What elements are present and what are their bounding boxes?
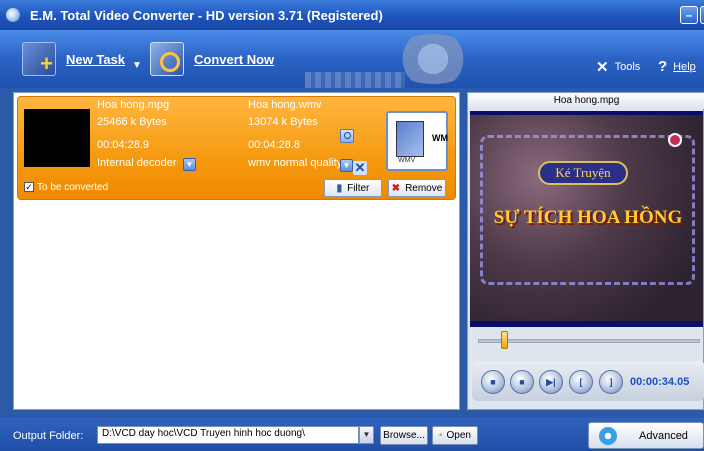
to-be-converted-checkbox[interactable]: ✓ [24, 182, 34, 192]
remove-button[interactable]: ✖ Remove [388, 179, 446, 197]
open-label: Open [446, 430, 471, 441]
open-button[interactable]: ▪ Open [432, 426, 478, 445]
film-reel-decoration [390, 34, 476, 84]
play-button[interactable]: ■ [481, 370, 505, 394]
source-size: 25466 k Bytes [97, 116, 167, 128]
output-folder-input[interactable]: D:\VCD day hoc\VCD Truyen hinh hoc duong… [97, 426, 359, 444]
help-icon: ? [658, 58, 668, 75]
seek-slider[interactable] [478, 339, 700, 343]
video-preview: Ké Truyện SỰ TÍCH HOA HỒNG [470, 111, 703, 327]
preview-panel: Hoa hong.mpg Ké Truyện SỰ TÍCH HOA HỒNG … [467, 92, 704, 410]
remove-label: Remove [405, 182, 443, 194]
video-title: SỰ TÍCH HOA HỒNG [493, 207, 683, 228]
folder-icon: ▪ [438, 430, 443, 441]
seek-slider-handle[interactable] [500, 331, 508, 349]
search-icon[interactable] [340, 129, 354, 143]
settings-tools-icon[interactable]: ✕ [353, 161, 367, 175]
filter-button[interactable]: ▮ Filter [324, 179, 382, 197]
advanced-icon [599, 427, 617, 445]
mark-in-button[interactable]: [ [569, 370, 593, 394]
wmv-icon-caption: WMV [398, 157, 416, 164]
filter-icon: ▮ [336, 182, 343, 194]
tools-label: Tools [614, 61, 641, 73]
to-be-converted-label: To be converted [37, 182, 109, 193]
advanced-label: Advanced [639, 430, 688, 442]
quality-select[interactable]: wmv normal quality [248, 157, 342, 169]
preview-title: Hoa hong.mpg [468, 93, 704, 109]
new-task-label: New Task [66, 51, 126, 67]
bottom-bar: Output Folder: D:\VCD day hoc\VCD Truyen… [0, 418, 704, 451]
convert-now-button[interactable]: Convert Now [150, 38, 274, 80]
convert-now-label: Convert Now [194, 51, 275, 67]
minimize-button[interactable]: – [680, 6, 698, 24]
target-filename: Hoa hong.wmv [248, 99, 322, 111]
source-duration: 00:04:28.9 [97, 139, 149, 151]
film-strip-decoration [305, 72, 405, 88]
target-duration: 00:04:28.8 [248, 139, 300, 151]
new-task-button[interactable]: New Task [22, 38, 125, 80]
flower-icon [668, 133, 682, 147]
close-button[interactable]: × [700, 6, 704, 24]
stop-button[interactable]: ■ [510, 370, 534, 394]
browse-label: Browse... [383, 430, 425, 441]
decoder-select[interactable]: Internal decoder [97, 157, 177, 169]
app-icon[interactable] [6, 8, 20, 22]
quality-dropdown-icon[interactable]: ▼ [340, 159, 353, 172]
next-frame-button[interactable]: ▶| [539, 370, 563, 394]
filter-label: Filter [347, 182, 370, 194]
remove-icon: ✖ [391, 182, 401, 194]
browse-button[interactable]: Browse... [380, 426, 428, 445]
task-item[interactable]: Hoa hong.mpg 25466 k Bytes 00:04:28.9 In… [17, 96, 456, 200]
help-button[interactable]: ? Help [658, 58, 696, 75]
target-size: 13074 k Bytes [248, 116, 318, 128]
convert-now-icon [150, 42, 184, 76]
tools-button[interactable]: ✕ Tools [596, 58, 640, 76]
film-icon [396, 121, 424, 157]
video-thumbnail [24, 109, 90, 167]
timecode: 00:00:34.05 [630, 376, 690, 388]
decoder-dropdown-icon[interactable]: ▼ [183, 158, 196, 171]
task-list: Hoa hong.mpg 25466 k Bytes 00:04:28.9 In… [13, 92, 460, 410]
title-bar: E.M. Total Video Converter - HD version … [0, 0, 704, 30]
tools-icon: ✕ [596, 59, 609, 76]
new-task-icon [22, 42, 56, 77]
video-banner: Ké Truyện [538, 161, 628, 185]
advanced-button[interactable]: Advanced [588, 422, 704, 449]
wmv-icon-side-text: WM [432, 133, 448, 143]
source-filename: Hoa hong.mpg [97, 99, 170, 111]
help-label: Help [673, 60, 696, 73]
new-task-dropdown[interactable]: ▼ [132, 60, 142, 71]
output-folder-dropdown[interactable]: ▼ [359, 426, 374, 444]
output-folder-label: Output Folder: [13, 430, 84, 442]
mark-out-button[interactable]: ] [599, 370, 623, 394]
wmv-format-icon[interactable]: WMV WM [386, 111, 448, 171]
window-title: E.M. Total Video Converter - HD version … [30, 8, 383, 23]
